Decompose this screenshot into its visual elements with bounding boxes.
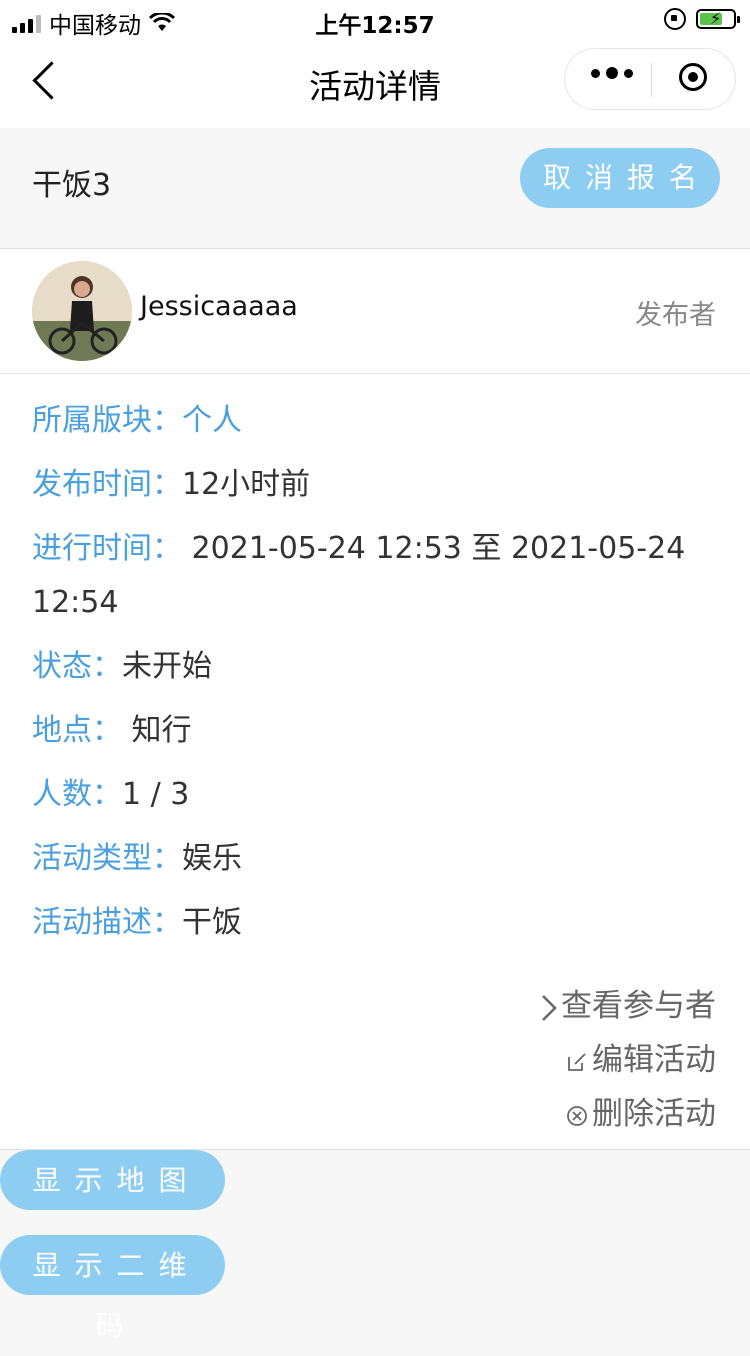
capsule-divider bbox=[651, 63, 652, 97]
detail-row-people: 人数：1 / 3 bbox=[32, 768, 722, 822]
detail-row-board: 所属版块：个人 bbox=[32, 394, 722, 448]
activity-header: 干饭3 取消报名 bbox=[0, 128, 750, 249]
detail-value: 未开始 bbox=[122, 649, 212, 684]
detail-row-description: 活动描述：干饭 bbox=[32, 896, 722, 950]
detail-label: 发布时间： bbox=[32, 467, 182, 502]
delete-activity-link[interactable]: 删除活动 bbox=[566, 1088, 716, 1133]
detail-label: 人数： bbox=[32, 777, 122, 812]
close-circle-icon bbox=[567, 1105, 587, 1126]
detail-label: 进行时间： bbox=[32, 531, 182, 566]
edit-activity-link[interactable]: 编辑活动 bbox=[566, 1034, 716, 1079]
delete-activity-label: 删除活动 bbox=[592, 1096, 716, 1132]
status-time: 上午12:57 bbox=[315, 13, 435, 39]
show-qrcode-button[interactable]: 显示二维码 bbox=[0, 1235, 225, 1342]
status-bar: 中国移动 上午12:57 ⚡ bbox=[0, 0, 750, 40]
chevron-right-icon bbox=[542, 994, 557, 1021]
activity-details: 所属版块：个人 发布时间：12小时前 进行时间： 2021-05-24 12:5… bbox=[0, 374, 750, 1150]
detail-row-duration: 进行时间： 2021-05-24 12:53 至 2021-05-24 12:5… bbox=[32, 522, 722, 630]
edit-activity-label: 编辑活动 bbox=[592, 1042, 716, 1078]
view-participants-link[interactable]: 查看参与者 bbox=[541, 980, 716, 1025]
close-miniprogram-icon[interactable] bbox=[679, 63, 707, 91]
detail-label: 活动类型： bbox=[32, 841, 182, 876]
detail-label: 所属版块： bbox=[32, 403, 182, 438]
detail-row-location: 地点： 知行 bbox=[32, 704, 722, 758]
detail-label: 活动描述： bbox=[32, 905, 182, 940]
edit-icon bbox=[568, 1052, 586, 1071]
avatar-image bbox=[32, 261, 132, 361]
detail-row-status: 状态：未开始 bbox=[32, 640, 722, 694]
cancel-registration-button[interactable]: 取消报名 bbox=[520, 148, 720, 208]
more-icon[interactable] bbox=[591, 67, 633, 79]
navigation-bar: 活动详情 bbox=[0, 40, 750, 128]
activity-name: 干饭3 bbox=[32, 168, 112, 203]
avatar[interactable] bbox=[32, 261, 132, 361]
publisher-tag: 发布者 bbox=[635, 300, 716, 331]
battery-icon: ⚡ bbox=[696, 9, 740, 29]
detail-value: 干饭 bbox=[182, 905, 242, 940]
detail-value: 个人 bbox=[182, 403, 242, 438]
detail-value: 知行 bbox=[122, 713, 192, 748]
detail-row-publish-time: 发布时间：12小时前 bbox=[32, 458, 722, 512]
detail-value: 娱乐 bbox=[182, 841, 242, 876]
detail-label: 状态： bbox=[32, 649, 122, 684]
rotation-lock-icon bbox=[664, 8, 686, 30]
detail-label: 地点： bbox=[32, 713, 122, 748]
detail-value: 12小时前 bbox=[182, 467, 311, 502]
detail-row-type: 活动类型：娱乐 bbox=[32, 832, 722, 886]
publisher-row: Jessicaaaaa 发布者 bbox=[0, 249, 750, 374]
show-map-button[interactable]: 显示地图 bbox=[0, 1150, 225, 1210]
status-right: ⚡ bbox=[664, 8, 740, 30]
view-participants-label: 查看参与者 bbox=[561, 988, 716, 1024]
detail-value: 1 / 3 bbox=[122, 777, 190, 812]
publisher-username: Jessicaaaaa bbox=[140, 291, 298, 322]
mini-program-capsule bbox=[564, 48, 736, 110]
